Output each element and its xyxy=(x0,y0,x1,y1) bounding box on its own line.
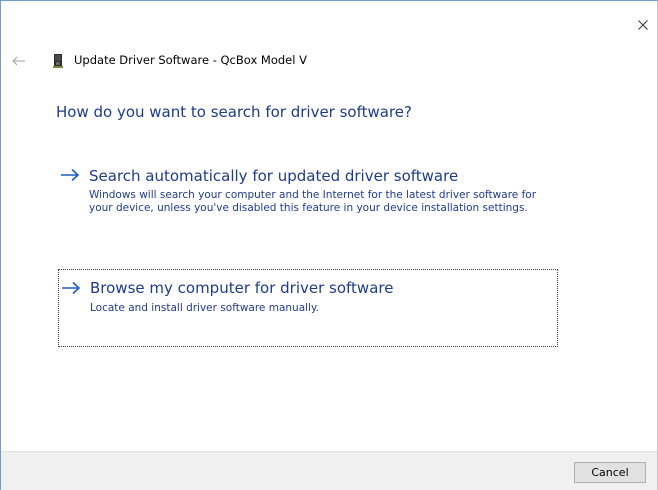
option-title: Browse my computer for driver software xyxy=(90,279,394,297)
dialog-footer: Cancel xyxy=(1,451,657,490)
device-icon xyxy=(53,54,63,68)
browse-computer-option[interactable]: Browse my computer for driver software L… xyxy=(58,269,558,347)
close-icon xyxy=(638,20,648,30)
back-arrow-icon[interactable] xyxy=(11,53,27,69)
dialog-header: Update Driver Software - QcBox Model V xyxy=(1,51,401,71)
option-description: Windows will search your computer and th… xyxy=(89,189,537,214)
page-question: How do you want to search for driver sof… xyxy=(56,103,412,121)
right-arrow-icon xyxy=(62,281,81,295)
search-automatically-option[interactable]: Search automatically for updated driver … xyxy=(58,161,558,241)
cancel-button[interactable]: Cancel xyxy=(574,462,646,483)
header-title: Update Driver Software - QcBox Model V xyxy=(74,53,307,67)
update-driver-window: Update Driver Software - QcBox Model V H… xyxy=(0,0,658,490)
right-arrow-icon xyxy=(61,168,80,182)
option-description: Locate and install driver software manua… xyxy=(90,302,320,314)
option-title: Search automatically for updated driver … xyxy=(89,167,459,185)
close-button[interactable] xyxy=(631,13,655,37)
